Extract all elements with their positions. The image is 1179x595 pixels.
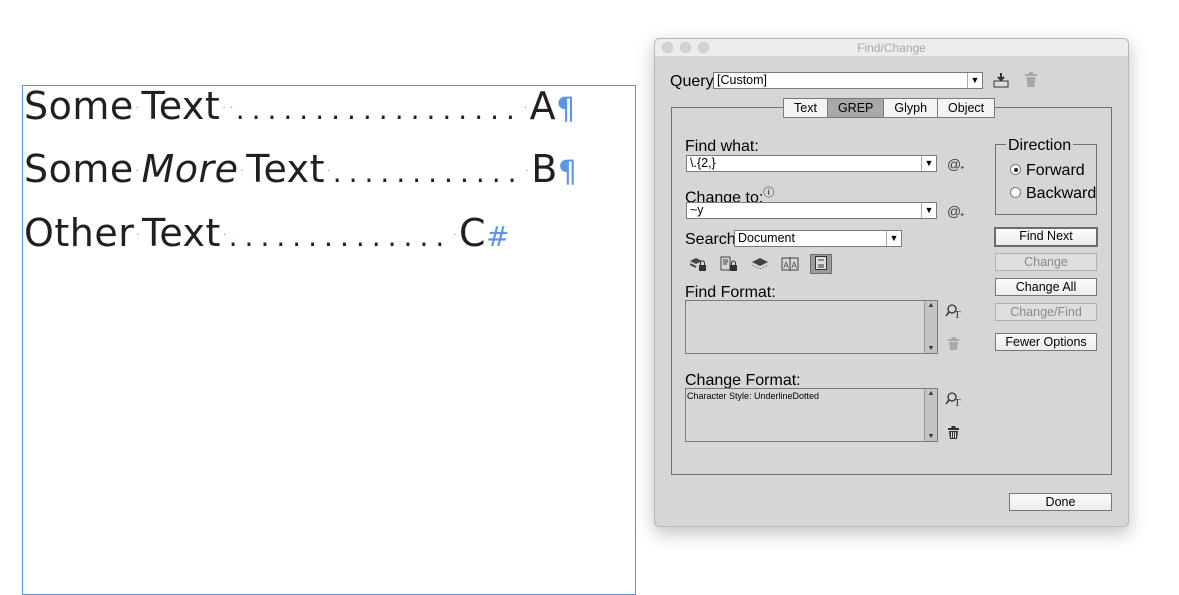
direction-legend: Direction — [1006, 137, 1074, 155]
include-locked-layers-icon[interactable] — [689, 256, 707, 272]
space-marker: · — [222, 229, 227, 241]
document-line-2[interactable]: Some ·More ·Text ·............ ·B¶ — [24, 147, 577, 191]
specify-change-format-icon[interactable]: T — [945, 391, 963, 409]
scroll-down-icon[interactable]: ▼ — [925, 433, 937, 440]
find-format-box[interactable]: ▲ ▼ — [685, 300, 938, 354]
word: Text — [142, 211, 221, 255]
search-scope-select[interactable]: Document ▼ — [734, 230, 902, 247]
title-bar[interactable]: Find/Change — [655, 39, 1128, 57]
find-format-scrollbar[interactable]: ▲ ▼ — [924, 301, 937, 353]
change-all-button[interactable]: Change All — [995, 278, 1097, 296]
query-label: Query: — [670, 73, 719, 90]
search-label: Search: — [685, 231, 741, 248]
clear-find-format-icon[interactable] — [948, 337, 959, 352]
change-button[interactable]: Change — [995, 253, 1097, 271]
line-marker: B — [531, 147, 558, 191]
tab-object[interactable]: Object — [937, 98, 996, 118]
include-locked-stories-icon[interactable] — [720, 256, 738, 272]
change-format-box[interactable]: Character Style: UnderlineDotted ▲ ▼ — [685, 388, 938, 442]
tab-text[interactable]: Text — [783, 98, 828, 118]
chevron-down-icon[interactable]: ▼ — [921, 156, 936, 171]
dot-leader: ............ — [332, 156, 524, 189]
change-format-scrollbar[interactable]: ▲ ▼ — [924, 389, 937, 441]
document-line-3[interactable]: Other ·Text ·.............. ·C# — [24, 211, 510, 255]
svg-text:T: T — [954, 309, 961, 319]
special-characters-change-icon[interactable]: @▸ — [947, 204, 964, 222]
dot-leader: .............. — [228, 220, 452, 253]
space-marker: · — [327, 165, 331, 177]
end-of-story-icon: # — [485, 220, 510, 253]
query-select[interactable]: [Custom] ▼ — [713, 72, 983, 89]
forward-label[interactable]: Forward — [1026, 162, 1085, 180]
find-what-value: \.{2,} — [690, 156, 716, 170]
backward-label[interactable]: Backward — [1026, 185, 1096, 203]
done-button[interactable]: Done — [1009, 493, 1112, 511]
save-query-icon[interactable] — [993, 72, 1009, 90]
special-characters-find-icon[interactable]: @▸ — [947, 157, 964, 175]
pilcrow-icon: ¶ — [557, 155, 578, 190]
dialog-title: Find/Change — [857, 41, 926, 55]
scroll-up-icon[interactable]: ▲ — [925, 390, 937, 397]
line-marker: C — [458, 211, 486, 255]
chevron-down-icon: ▼ — [967, 73, 982, 88]
search-scope-value: Document — [738, 231, 795, 245]
word: Text — [141, 84, 221, 128]
chevron-down-icon: ▼ — [886, 231, 901, 246]
tab-grep[interactable]: GREP — [826, 98, 885, 118]
space-marker: · — [523, 102, 528, 114]
svg-text:A: A — [784, 261, 790, 270]
space-marker: · — [453, 229, 457, 241]
space-marker: · — [136, 229, 141, 241]
space-marker: · — [222, 102, 226, 114]
delete-query-icon[interactable] — [1025, 72, 1037, 89]
scroll-down-icon[interactable]: ▼ — [925, 345, 937, 352]
word: Some — [24, 147, 134, 191]
query-value: [Custom] — [717, 73, 768, 87]
word: Some — [24, 84, 134, 128]
word: Text — [246, 147, 326, 191]
pilcrow-icon: ¶ — [556, 92, 576, 127]
change-find-button[interactable]: Change/Find — [995, 303, 1097, 321]
word: More — [141, 147, 239, 191]
clear-change-format-icon[interactable] — [948, 426, 959, 441]
scroll-up-icon[interactable]: ▲ — [925, 302, 937, 309]
chevron-down-icon[interactable]: ▼ — [921, 203, 936, 218]
change-format-value: Character Style: UnderlineDotted — [687, 391, 820, 401]
fewer-options-button[interactable]: Fewer Options — [995, 333, 1097, 351]
line-marker: A — [529, 84, 557, 128]
change-to-input[interactable]: ~y ▼ — [686, 202, 937, 219]
svg-text:A: A — [792, 261, 798, 270]
word: Other — [24, 211, 135, 255]
svg-text:T: T — [954, 397, 961, 407]
document-line-1[interactable]: Some ·Text · ·.................. ·A¶ — [24, 84, 576, 128]
space-marker: · — [230, 102, 234, 114]
info-icon[interactable]: ⓘ — [763, 187, 774, 199]
find-what-input[interactable]: \.{2,} ▼ — [686, 155, 937, 172]
tab-glyph[interactable]: Glyph — [883, 98, 939, 118]
include-hidden-layers-icon[interactable] — [751, 256, 769, 272]
dot-leader: .................. — [235, 93, 522, 126]
include-master-pages-icon[interactable]: AA — [781, 256, 799, 272]
specify-find-format-icon[interactable]: T — [945, 303, 963, 321]
find-what-label: Find what: — [685, 138, 759, 155]
change-to-value: ~y — [690, 203, 704, 217]
backward-radio[interactable] — [1010, 187, 1021, 198]
include-footnotes-icon[interactable] — [810, 254, 832, 274]
find-next-button[interactable]: Find Next — [994, 227, 1098, 247]
search-type-tabs: Text GREP Glyph Object — [783, 98, 996, 118]
forward-radio[interactable] — [1010, 164, 1021, 175]
